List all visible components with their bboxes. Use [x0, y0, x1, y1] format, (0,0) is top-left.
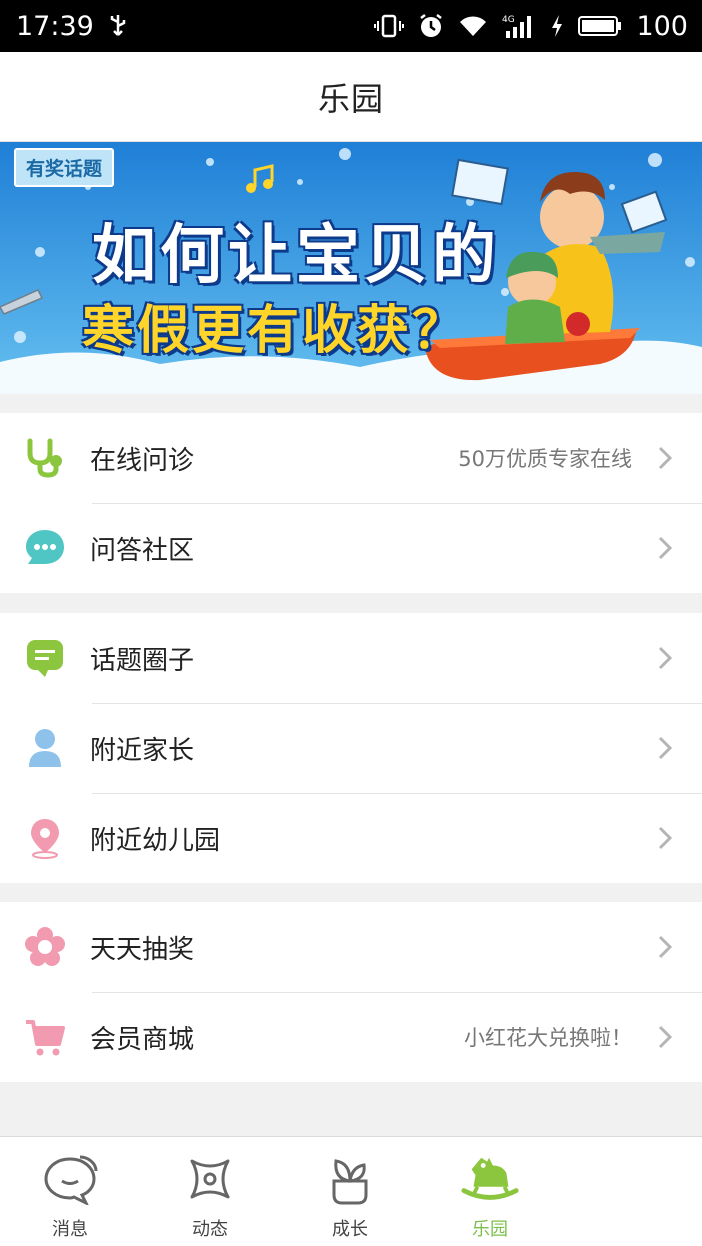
chevron-right-icon	[650, 533, 680, 563]
rocking-horse-icon	[460, 1149, 520, 1209]
person-icon	[24, 727, 66, 769]
menu-item-online-consult[interactable]: 在线问诊 50万优质专家在线	[0, 413, 702, 503]
tab-label: 成长	[332, 1219, 368, 1240]
menu-item-label: 问答社区	[90, 535, 195, 566]
battery-icon	[578, 14, 622, 38]
chevron-right-icon	[650, 733, 680, 763]
menu-item-label: 附近家长	[90, 735, 195, 766]
menu-group-2: 话题圈子 附近家长 附近幼儿园	[0, 613, 702, 883]
activity-icon	[180, 1149, 240, 1209]
cart-icon	[24, 1016, 66, 1058]
flower-icon	[24, 926, 66, 968]
topic-bubble-icon	[24, 637, 66, 679]
menu-item-member-mall[interactable]: 会员商城 小红花大兑换啦！	[0, 992, 702, 1082]
chevron-right-icon	[650, 443, 680, 473]
menu-item-label: 会员商城	[90, 1024, 195, 1055]
tab-label: 动态	[192, 1219, 228, 1240]
menu-item-qa-community[interactable]: 问答社区	[0, 503, 702, 593]
chat-bubble-icon	[24, 527, 66, 569]
tab-activity[interactable]: 动态	[140, 1137, 280, 1246]
banner-tag: 有奖话题	[14, 148, 115, 187]
usb-icon	[108, 13, 128, 39]
status-bar: 17:39 4G 100	[0, 0, 702, 52]
menu-item-label: 在线问诊	[90, 445, 195, 476]
banner-subheadline: 寒假更有收获？	[82, 301, 468, 361]
status-time: 17:39	[16, 10, 94, 42]
tab-messages[interactable]: 消息	[0, 1137, 140, 1246]
chevron-right-icon	[650, 1022, 680, 1052]
charging-icon	[550, 14, 564, 38]
wifi-icon	[458, 14, 488, 38]
banner-headline: 如何让宝贝的	[92, 219, 500, 293]
chevron-right-icon	[650, 932, 680, 962]
promo-banner[interactable]: 有奖话题 如何让宝贝的 寒假更有收获？	[0, 142, 702, 394]
page-title: 乐园	[317, 79, 384, 118]
tab-growth[interactable]: 成长	[280, 1137, 420, 1246]
location-pin-icon	[24, 817, 66, 859]
stethoscope-icon	[24, 437, 66, 479]
tab-playground[interactable]: 乐园	[420, 1137, 560, 1246]
menu-item-label: 话题圈子	[90, 645, 195, 676]
menu-item-nearby-kindergarten[interactable]: 附近幼儿园	[0, 793, 702, 883]
tab-label: 乐园	[472, 1219, 508, 1240]
menu-item-topic-circle[interactable]: 话题圈子	[0, 613, 702, 703]
menu-item-hint: 50万优质专家在线	[458, 447, 632, 471]
menu-item-nearby-parents[interactable]: 附近家长	[0, 703, 702, 793]
signal-4g-icon: 4G	[502, 13, 536, 39]
tab-label: 消息	[52, 1219, 88, 1240]
menu-item-daily-lottery[interactable]: 天天抽奖	[0, 902, 702, 992]
menu-item-label: 天天抽奖	[90, 934, 195, 965]
menu-item-hint: 小红花大兑换啦！	[464, 1026, 632, 1050]
chevron-right-icon	[650, 643, 680, 673]
svg-text:4G: 4G	[502, 15, 515, 25]
alarm-icon	[418, 13, 444, 39]
vibrate-icon	[374, 14, 405, 38]
menu-item-label: 附近幼儿园	[90, 825, 221, 856]
menu-group-3: 天天抽奖 会员商城 小红花大兑换啦！	[0, 902, 702, 1082]
chevron-right-icon	[650, 823, 680, 853]
message-icon	[40, 1149, 100, 1209]
app-header: 乐园	[0, 52, 702, 142]
menu-group-1: 在线问诊 50万优质专家在线 问答社区	[0, 413, 702, 593]
battery-level: 100	[636, 10, 688, 42]
growth-icon	[320, 1149, 380, 1209]
bottom-tab-bar: 消息 动态 成长 乐园	[0, 1136, 702, 1246]
